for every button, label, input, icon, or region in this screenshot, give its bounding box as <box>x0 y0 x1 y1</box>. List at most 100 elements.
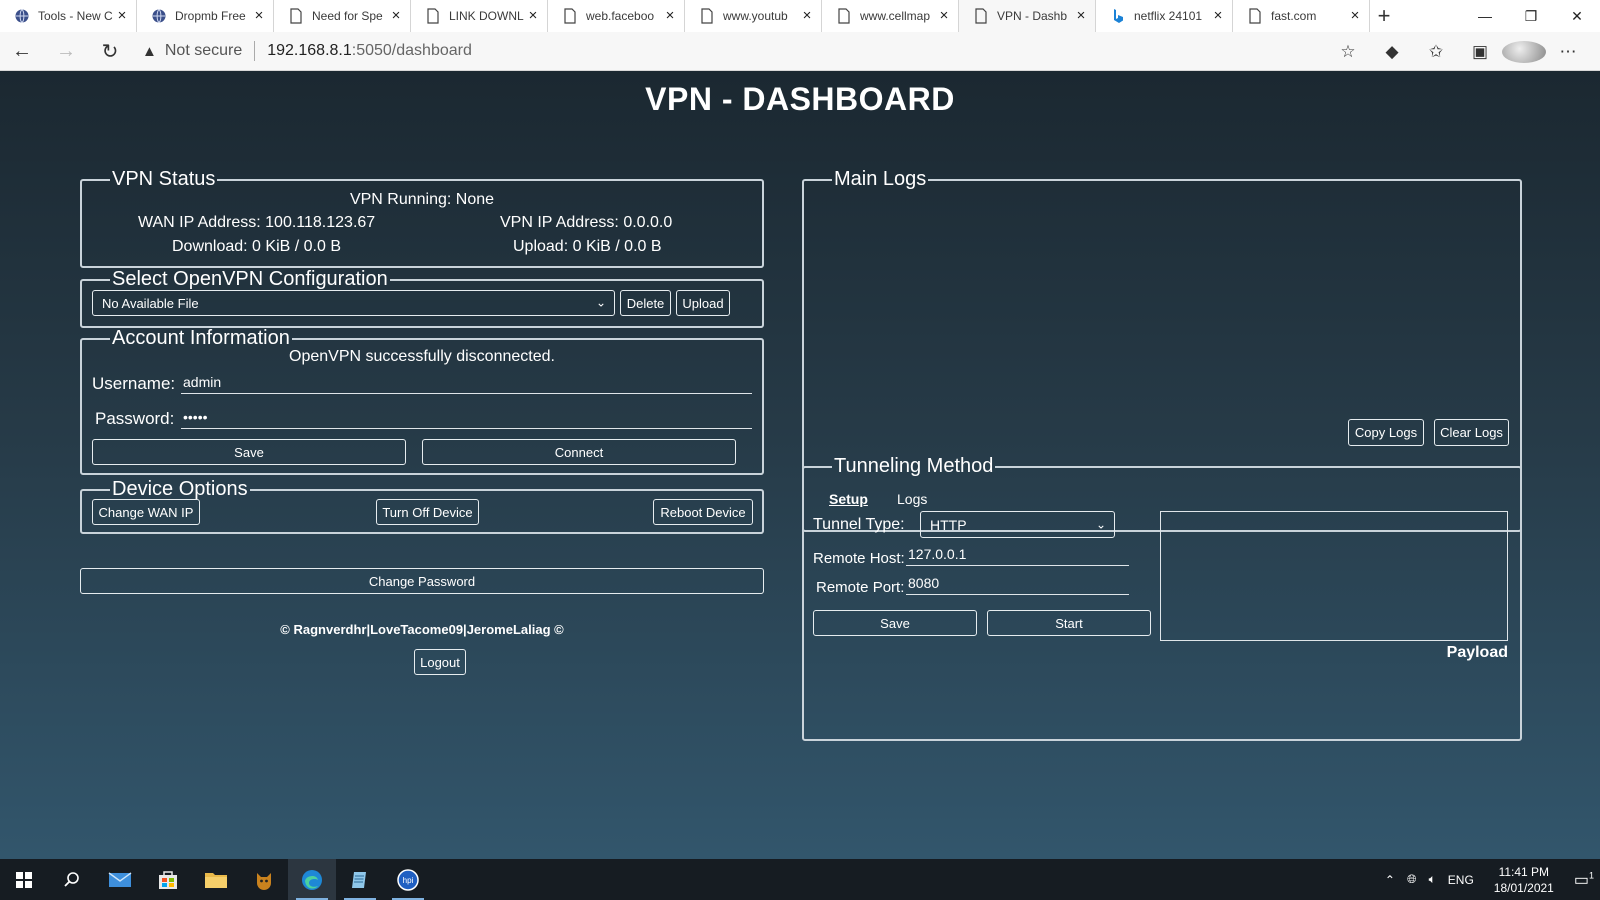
more-menu-icon[interactable]: ⋯ <box>1546 42 1590 62</box>
browser-tab-dropmb[interactable]: Dropmb Free × <box>137 0 274 32</box>
bing-icon <box>1110 8 1126 24</box>
security-label: Not secure <box>164 42 243 59</box>
tab-label: www.youtub <box>723 9 788 23</box>
browser-tab-fast-com[interactable]: fast.com × <box>1233 0 1370 32</box>
tab-close-icon[interactable]: × <box>525 8 541 24</box>
browser-tab-netflix[interactable]: netflix 24101 × <box>1096 0 1233 32</box>
profile-avatar[interactable] <box>1502 40 1546 63</box>
refresh-icon[interactable]: ↻ <box>88 32 132 71</box>
notification-count: 1 <box>1588 870 1594 881</box>
favorites-icon[interactable]: ✩ <box>1414 42 1458 62</box>
browser-tab-tools[interactable]: Tools - New C × <box>0 0 137 32</box>
tab-close-icon[interactable]: × <box>1210 8 1226 24</box>
vpn-status-legend: VPN Status <box>112 168 216 190</box>
status-message: OpenVPN successfully disconnected. <box>289 348 555 365</box>
forward-icon[interactable]: → <box>44 32 88 71</box>
remote-host-input[interactable]: 127.0.0.1 <box>906 546 1129 566</box>
browser-tab-need-for-speed[interactable]: Need for Spe × <box>274 0 411 32</box>
turn-off-device-button[interactable]: Turn Off Device <box>376 499 479 525</box>
config-file-value: No Available File <box>102 295 199 311</box>
tunnel-save-button[interactable]: Save <box>813 610 977 636</box>
store-icon[interactable] <box>144 859 192 900</box>
tab-close-icon[interactable]: × <box>1347 8 1363 24</box>
change-wan-ip-button[interactable]: Change WAN IP <box>92 499 200 525</box>
file-explorer-icon[interactable] <box>192 859 240 900</box>
tab-label: web.faceboo <box>586 9 655 23</box>
browser-tab-link-download[interactable]: LINK DOWNL × <box>411 0 548 32</box>
tab-close-icon[interactable]: × <box>662 8 678 24</box>
tab-setup[interactable]: Setup <box>829 491 868 507</box>
openvpn-config-legend: Select OpenVPN Configuration <box>112 268 388 290</box>
tab-close-icon[interactable]: × <box>114 8 130 24</box>
logout-button[interactable]: Logout <box>414 649 466 675</box>
upload-config-button[interactable]: Upload <box>676 290 730 316</box>
minimize-icon[interactable]: — <box>1462 0 1508 32</box>
main-logs-legend: Main Logs <box>834 168 927 190</box>
toolbar-right: ☆ ◆ ✩ ▣ ⋯ <box>1326 32 1590 71</box>
svg-text:hpi: hpi <box>403 876 414 885</box>
page-icon <box>288 8 304 24</box>
mail-icon[interactable] <box>96 859 144 900</box>
back-icon[interactable]: ← <box>0 32 44 71</box>
clear-logs-button[interactable]: Clear Logs <box>1434 419 1509 446</box>
app-cat-icon[interactable] <box>240 859 288 900</box>
account-info-legend: Account Information <box>112 327 290 349</box>
volume-icon[interactable]: 🔈︎ <box>1429 872 1436 887</box>
remote-host-label: Remote Host: <box>813 550 905 567</box>
delete-config-button[interactable]: Delete <box>620 290 671 316</box>
tab-close-icon[interactable]: × <box>1073 8 1089 24</box>
notification-icon[interactable]: ▭1 <box>1574 870 1594 890</box>
url-path: :5050/dashboard <box>351 42 472 59</box>
url-host: 192.168.8.1 <box>267 42 352 59</box>
username-input[interactable]: admin <box>181 374 752 394</box>
search-icon[interactable] <box>48 859 96 900</box>
url-field[interactable]: ▲ Not secure 192.168.8.1:5050/dashboard <box>142 41 472 61</box>
payload-textarea[interactable] <box>1160 511 1508 641</box>
clock-time: 11:41 PM <box>1498 864 1550 879</box>
connect-button[interactable]: Connect <box>422 439 736 465</box>
browser-tab-youtube[interactable]: www.youtub × <box>685 0 822 32</box>
restore-icon[interactable]: ❐ <box>1508 0 1554 32</box>
windows-start-icon[interactable] <box>0 859 48 900</box>
download-text: Download: 0 KiB / 0.0 B <box>172 238 341 255</box>
credit-text: © Ragnverdhr|LoveTacome09|JeromeLaliag © <box>280 622 564 637</box>
new-tab-icon[interactable]: + <box>1370 0 1398 32</box>
browser-tab-cellmap[interactable]: www.cellmap × <box>822 0 959 32</box>
change-password-button[interactable]: Change Password <box>80 568 764 594</box>
language-indicator[interactable]: ENG <box>1448 873 1474 887</box>
tunnel-start-button[interactable]: Start <box>987 610 1151 636</box>
close-window-icon[interactable]: ✕ <box>1554 0 1600 32</box>
reboot-device-button[interactable]: Reboot Device <box>653 499 753 525</box>
extension-icon[interactable]: ◆ <box>1370 42 1414 62</box>
network-icon[interactable]: 🌐︎ <box>1407 872 1417 887</box>
tab-label: LINK DOWNL <box>449 9 524 23</box>
password-input[interactable]: ••••• <box>181 409 752 429</box>
tab-label: Dropmb Free <box>175 9 246 23</box>
clock[interactable]: 11:41 PM 18/01/2021 <box>1494 864 1554 896</box>
tab-label: fast.com <box>1271 9 1317 23</box>
browser-tab-vpn-dashboard[interactable]: VPN - Dashb × <box>959 0 1096 32</box>
tab-close-icon[interactable]: × <box>936 8 952 24</box>
notepad-icon[interactable] <box>336 859 384 900</box>
password-label: Password: <box>95 409 175 428</box>
page-icon <box>973 8 989 24</box>
edge-browser-icon[interactable] <box>288 859 336 900</box>
hpi-app-icon[interactable]: hpi <box>384 859 432 900</box>
favorite-star-icon[interactable]: ☆ <box>1326 42 1370 62</box>
tab-logs[interactable]: Logs <box>897 491 927 507</box>
tunnel-type-select[interactable]: HTTP ⌄ <box>920 511 1115 538</box>
address-bar: ← → ↻ ▲ Not secure 192.168.8.1:5050/dash… <box>0 32 1600 71</box>
tab-close-icon[interactable]: × <box>251 8 267 24</box>
account-save-button[interactable]: Save <box>92 439 406 465</box>
copy-logs-button[interactable]: Copy Logs <box>1348 419 1424 446</box>
collections-icon[interactable]: ▣ <box>1458 42 1502 62</box>
chevron-up-icon[interactable]: ⌃ <box>1385 873 1395 887</box>
remote-port-input[interactable]: 8080 <box>906 575 1129 595</box>
remote-port-label: Remote Port: <box>816 579 905 596</box>
browser-tab-facebook[interactable]: web.faceboo × <box>548 0 685 32</box>
vpn-ip-text: VPN IP Address: 0.0.0.0 <box>500 214 673 231</box>
tab-close-icon[interactable]: × <box>388 8 404 24</box>
page-icon <box>1247 8 1263 24</box>
tab-close-icon[interactable]: × <box>799 8 815 24</box>
config-file-select[interactable]: No Available File ⌄ <box>92 290 615 316</box>
